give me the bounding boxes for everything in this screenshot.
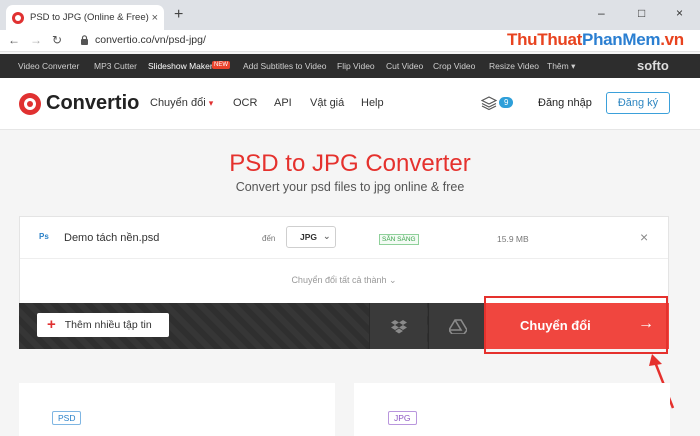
reload-icon[interactable]: ↻ bbox=[52, 33, 62, 47]
menu-item-pricing[interactable]: Vật giá bbox=[310, 97, 344, 109]
plus-icon: + bbox=[47, 316, 56, 333]
convertio-favicon-icon bbox=[12, 11, 24, 24]
layers-icon[interactable] bbox=[481, 95, 497, 111]
subnav-item-flip-video[interactable]: Flip Video bbox=[337, 61, 375, 71]
browser-titlebar: PSD to JPG (Online & Free) — Co × + – □ … bbox=[0, 0, 700, 30]
dropbox-button[interactable] bbox=[369, 303, 427, 349]
highlight-box bbox=[484, 296, 668, 354]
tools-subnav: Video Converter MP3 Cutter Slideshow Mak… bbox=[0, 54, 700, 78]
site-header: Convertio Chuyển đổi ▾ OCR API Vật giá H… bbox=[0, 78, 700, 130]
lock-icon bbox=[81, 35, 88, 45]
subnav-item-video-converter[interactable]: Video Converter bbox=[18, 61, 79, 71]
browser-tab[interactable]: PSD to JPG (Online & Free) — Co × bbox=[6, 5, 164, 30]
file-size: 15.9 MB bbox=[497, 234, 529, 244]
new-badge: NEW bbox=[212, 61, 230, 69]
convertio-logo-icon[interactable] bbox=[19, 93, 41, 115]
subnav-item-more[interactable]: Thêm ▾ bbox=[547, 61, 575, 72]
page-title: PSD to JPG Converter bbox=[229, 150, 471, 177]
new-tab-button[interactable]: + bbox=[174, 7, 183, 23]
site-logo[interactable]: Convertio bbox=[46, 92, 139, 115]
jpg-format-chip: JPG bbox=[388, 411, 417, 425]
page-subtitle: Convert your psd files to jpg online & f… bbox=[235, 180, 465, 194]
files-count-badge: 9 bbox=[499, 97, 514, 108]
dropbox-icon bbox=[390, 319, 407, 333]
subnav-item-crop-video[interactable]: Crop Video bbox=[433, 61, 475, 71]
add-files-button[interactable]: + Thêm nhiều tập tin bbox=[37, 313, 169, 337]
menu-item-help[interactable]: Help bbox=[361, 97, 384, 109]
file-name: Demo tách nền.psd bbox=[64, 232, 160, 244]
subnav-item-mp3-cutter[interactable]: MP3 Cutter bbox=[94, 61, 137, 71]
subnav-item-cut-video[interactable]: Cut Video bbox=[386, 61, 423, 71]
chevron-down-icon: ⌄ bbox=[323, 231, 331, 241]
back-arrow-icon[interactable]: ← bbox=[8, 33, 20, 47]
file-row: Ps Demo tách nền.psd đến JPG ⌄ SẴN SÀNG … bbox=[20, 217, 668, 259]
psd-file-icon: Ps bbox=[39, 232, 49, 241]
file-list-card: Ps Demo tách nền.psd đến JPG ⌄ SẴN SÀNG … bbox=[19, 216, 669, 303]
source-format-panel: PSD bbox=[19, 383, 335, 436]
minimize-button[interactable]: – bbox=[598, 6, 605, 20]
chevron-down-icon: ▾ bbox=[208, 98, 214, 108]
login-link[interactable]: Đăng nhập bbox=[538, 97, 592, 109]
remove-file-icon[interactable]: × bbox=[640, 229, 648, 245]
psd-format-chip: PSD bbox=[52, 411, 82, 425]
subnav-item-add-subtitles[interactable]: Add Subtitles to Video bbox=[243, 61, 327, 71]
tab-close-icon[interactable]: × bbox=[152, 12, 158, 24]
status-badge: SẴN SÀNG bbox=[379, 234, 419, 245]
signup-button[interactable]: Đăng ký bbox=[606, 92, 670, 114]
subnav-item-slideshow-maker[interactable]: Slideshow Maker bbox=[148, 61, 213, 71]
forward-arrow-icon[interactable]: → bbox=[30, 33, 42, 47]
convert-all-dropdown[interactable]: Chuyển đổi tất cả thành ⌄ bbox=[20, 275, 668, 286]
subnav-item-resize-video[interactable]: Resize Video bbox=[489, 61, 539, 71]
google-drive-icon bbox=[448, 318, 467, 334]
target-format-select[interactable]: JPG ⌄ bbox=[286, 226, 336, 248]
to-label: đến bbox=[262, 234, 276, 243]
menu-item-api[interactable]: API bbox=[274, 97, 292, 109]
menu-item-convert[interactable]: Chuyển đổi ▾ bbox=[150, 97, 213, 109]
address-bar[interactable]: convertio.co/vn/psd-jpg/ bbox=[95, 34, 206, 46]
tab-title: PSD to JPG (Online & Free) — Co bbox=[30, 12, 150, 23]
watermark-logo: ThuThuatPhanMem.vn bbox=[507, 30, 684, 49]
close-window-button[interactable]: × bbox=[676, 6, 683, 20]
google-drive-button[interactable] bbox=[428, 303, 486, 349]
maximize-button[interactable]: □ bbox=[638, 6, 645, 20]
target-format-panel: JPG bbox=[354, 383, 670, 436]
menu-item-ocr[interactable]: OCR bbox=[233, 97, 257, 109]
softo-logo[interactable]: softo bbox=[637, 58, 669, 73]
